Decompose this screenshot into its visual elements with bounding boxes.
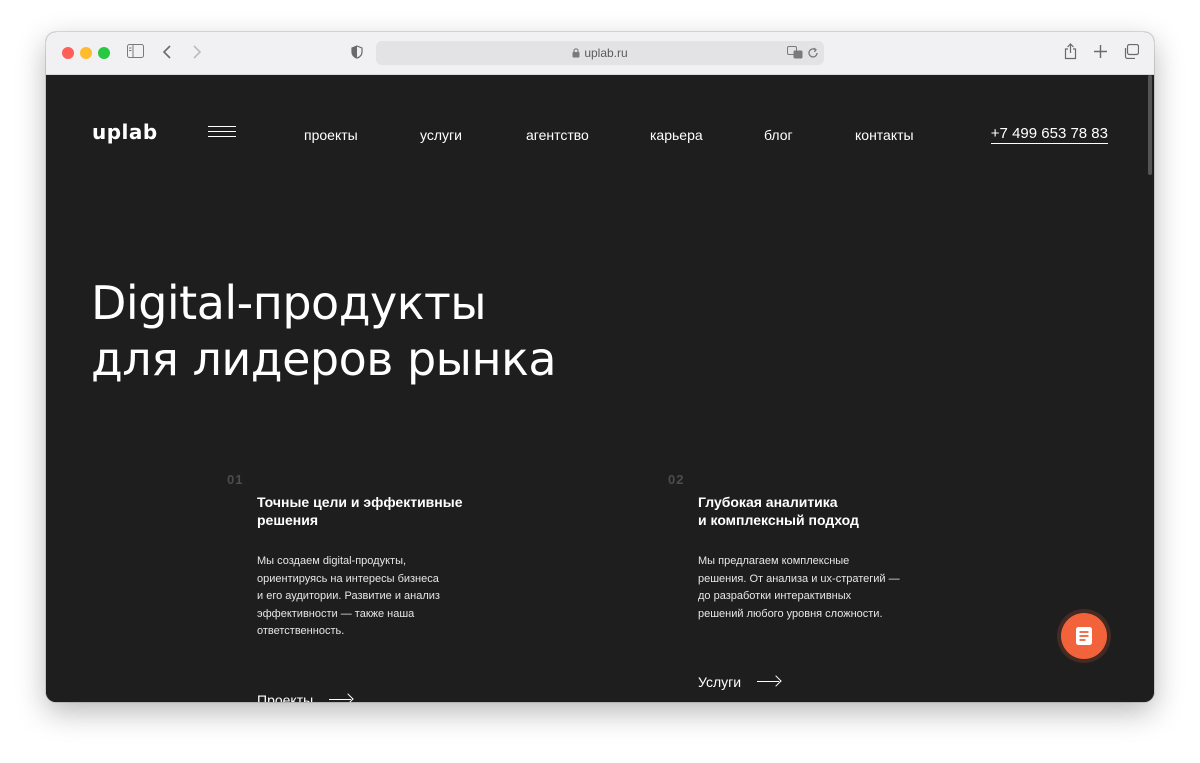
tab-overview-icon[interactable] bbox=[1123, 44, 1139, 59]
nav-item-contacts[interactable]: контакты bbox=[855, 127, 914, 143]
share-icon[interactable] bbox=[1064, 43, 1077, 60]
privacy-shield-icon[interactable] bbox=[351, 45, 363, 59]
phone-link[interactable]: +7 499 653 78 83 bbox=[990, 125, 1108, 144]
feature-description: Мы предлагаем комплексные решения. От ан… bbox=[698, 553, 900, 623]
feedback-fab-button[interactable] bbox=[1061, 613, 1107, 659]
close-window-button[interactable] bbox=[62, 47, 74, 59]
browser-toolbar: uplab.ru bbox=[46, 32, 1154, 75]
services-link-label: Услуги bbox=[698, 674, 742, 690]
nav-item-blog[interactable]: блог bbox=[764, 127, 793, 143]
hero-title-line-1: Digital-продукты bbox=[91, 276, 487, 330]
address-bar[interactable]: uplab.ru bbox=[376, 41, 824, 65]
hero-title-line-2: для лидеров рынка bbox=[91, 332, 557, 386]
feature-title: Точные цели и эффективные решения bbox=[257, 493, 462, 529]
feature-title-line: решения bbox=[257, 512, 319, 528]
feature-description-line: решений любого уровня сложности. bbox=[698, 607, 883, 620]
feature-description-line: ориентируясь на интересы бизнеса bbox=[257, 572, 439, 585]
feature-description-line: эффективности — также наша bbox=[257, 607, 415, 620]
browser-window: uplab.ru uplab проекты услуги агентство … bbox=[46, 32, 1154, 702]
maximize-window-button[interactable] bbox=[98, 47, 110, 59]
back-arrow-icon[interactable] bbox=[163, 45, 172, 59]
projects-link-label: Проекты bbox=[257, 692, 314, 702]
feature-description-line: Мы создаем digital-продукты, bbox=[257, 555, 407, 567]
minimize-window-button[interactable] bbox=[80, 47, 92, 59]
translate-icon[interactable] bbox=[787, 46, 803, 59]
new-tab-icon[interactable] bbox=[1094, 45, 1107, 58]
site-logo[interactable]: uplab bbox=[92, 120, 158, 144]
feature-number: 02 bbox=[668, 472, 685, 487]
hamburger-menu-icon[interactable] bbox=[208, 126, 236, 142]
arrow-right-icon bbox=[329, 695, 353, 702]
feature-description-line: и его аудитории. Развитие и анализ bbox=[257, 590, 440, 602]
feature-description: Мы создаем digital-продукты, ориентируяс… bbox=[257, 553, 440, 641]
document-icon bbox=[1076, 627, 1092, 645]
feature-description-line: Мы предлагаем комплексные bbox=[698, 555, 850, 567]
page-scrollbar[interactable] bbox=[1148, 75, 1152, 175]
reload-icon[interactable] bbox=[807, 47, 819, 59]
feature-description-line: решения. От анализа и ux-стратегий — bbox=[698, 572, 900, 585]
arrow-right-icon bbox=[757, 677, 781, 687]
forward-arrow-icon[interactable] bbox=[192, 45, 201, 59]
url-text: uplab.ru bbox=[376, 46, 824, 61]
feature-title: Глубокая аналитика и комплексный подход bbox=[698, 493, 859, 529]
feature-title-line: Глубокая аналитика bbox=[698, 494, 838, 510]
projects-link[interactable]: Проекты bbox=[257, 692, 353, 702]
feature-title-line: и комплексный подход bbox=[698, 512, 859, 528]
nav-item-career[interactable]: карьера bbox=[650, 127, 703, 143]
lock-icon bbox=[572, 47, 580, 61]
url-label: uplab.ru bbox=[584, 46, 628, 60]
services-link[interactable]: Услуги bbox=[698, 674, 781, 690]
feature-description-line: ответственность. bbox=[257, 625, 345, 637]
feature-title-line: Точные цели и эффективные bbox=[257, 494, 463, 510]
web-page: uplab проекты услуги агентство карьера б… bbox=[46, 75, 1154, 702]
hero-title: Digital-продукты для лидеров рынка bbox=[91, 275, 557, 387]
nav-item-agency[interactable]: агентство bbox=[526, 127, 589, 143]
feature-number: 01 bbox=[227, 472, 244, 487]
sidebar-toggle-icon[interactable] bbox=[127, 44, 144, 58]
nav-item-services[interactable]: услуги bbox=[420, 127, 462, 143]
feature-description-line: до разработки интерактивных bbox=[698, 590, 852, 602]
nav-item-projects[interactable]: проекты bbox=[304, 127, 358, 143]
